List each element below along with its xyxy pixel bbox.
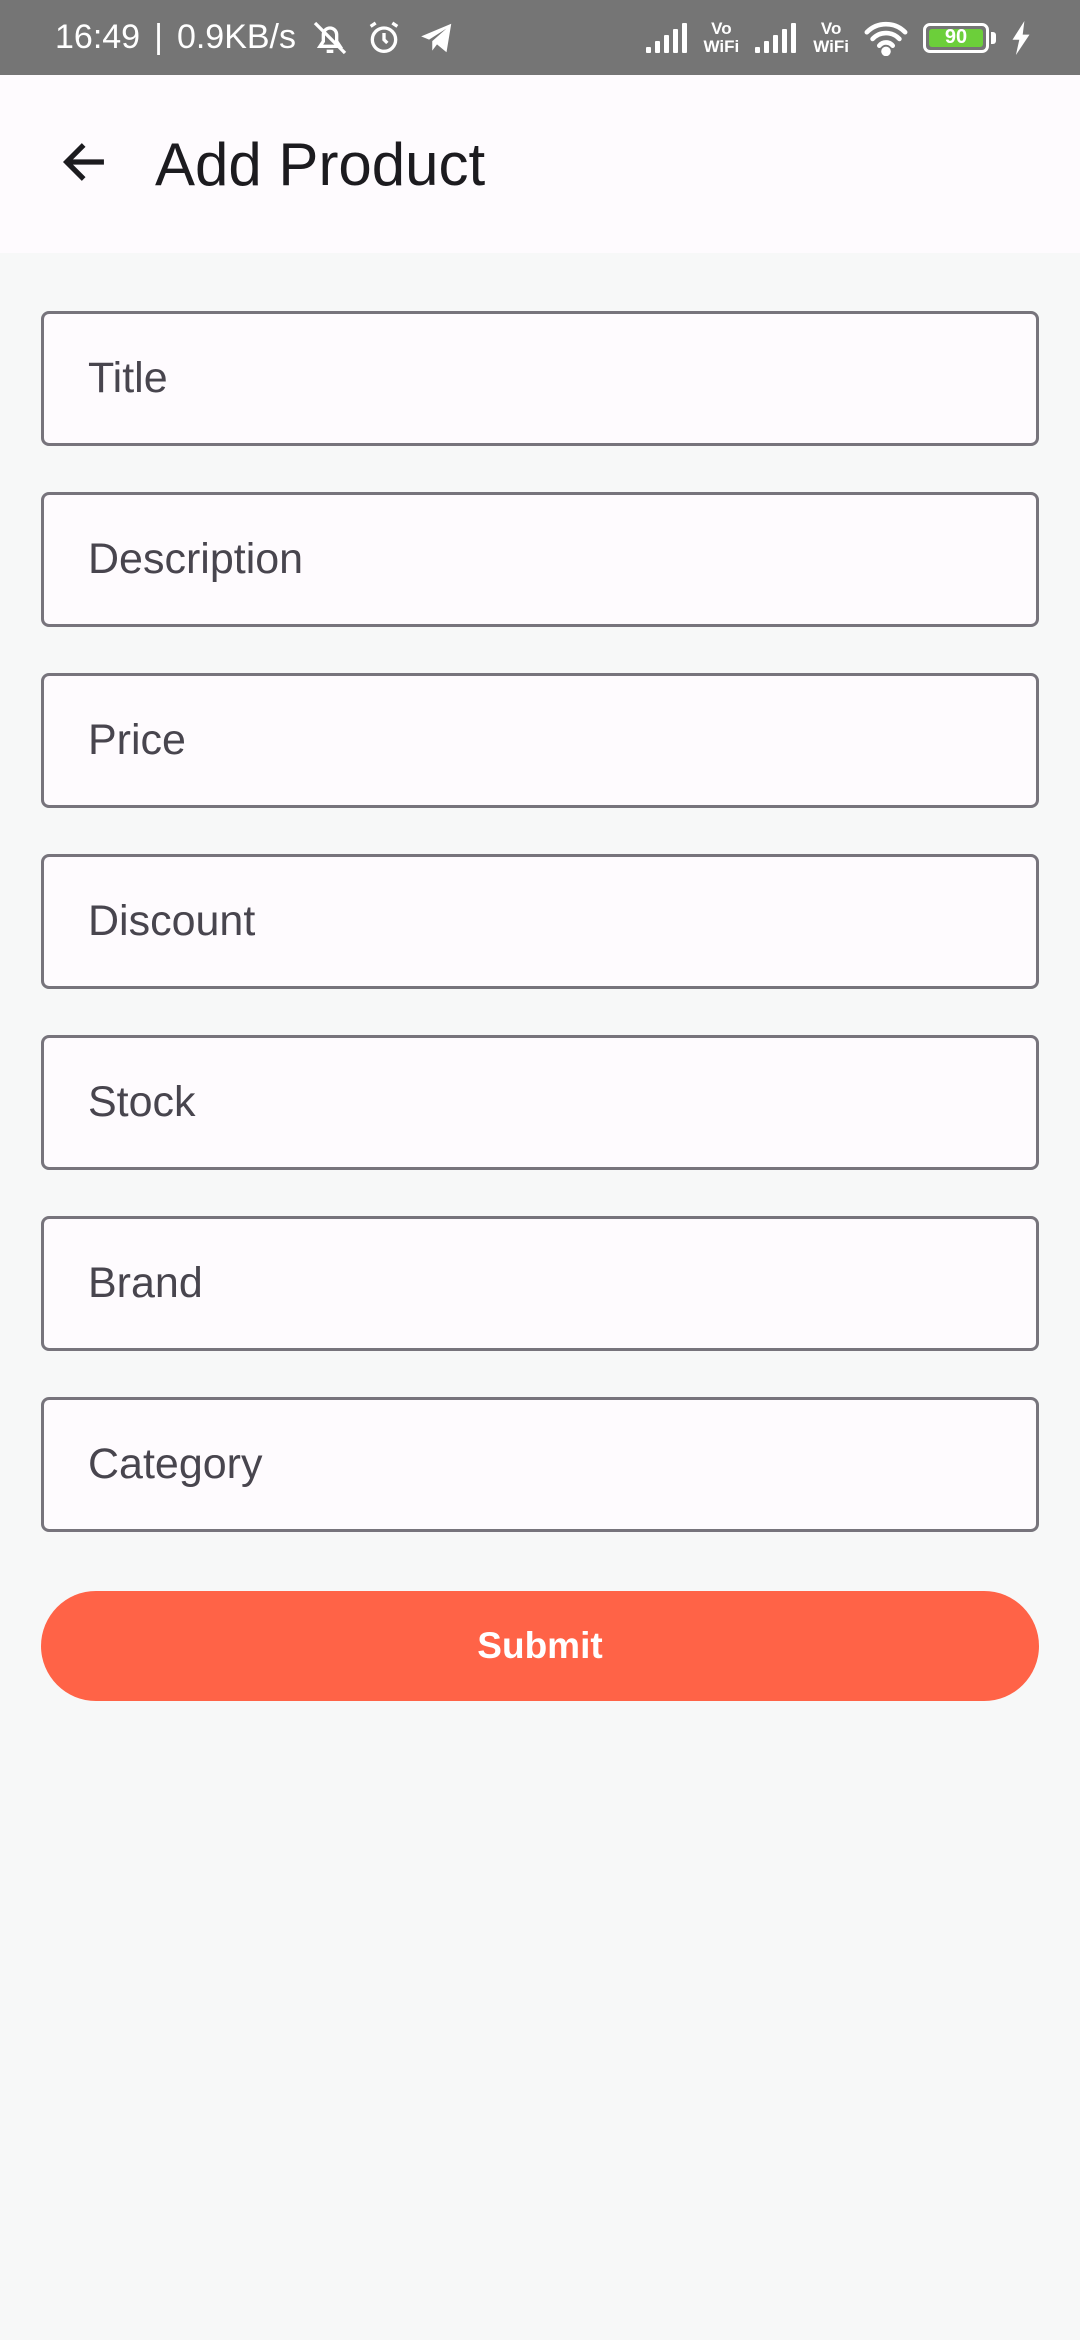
- discount-field[interactable]: [41, 854, 1039, 989]
- add-product-form: [41, 311, 1039, 1578]
- page-title: Add Product: [155, 130, 486, 198]
- arrow-back-icon: [58, 136, 110, 193]
- vowifi-indicator: Vo WiFi: [703, 18, 740, 56]
- status-right: Vo WiFi Vo WiFi 90: [644, 18, 1032, 56]
- mute-bell-icon: [310, 18, 350, 58]
- alarm-icon: [364, 18, 404, 58]
- battery-cap: [991, 31, 996, 44]
- wifi-icon: [863, 20, 909, 56]
- vowifi-top: Vo: [711, 18, 732, 38]
- status-separator: |: [154, 18, 163, 56]
- back-button[interactable]: [36, 116, 132, 212]
- price-field[interactable]: [41, 673, 1039, 808]
- submit-button[interactable]: Submit: [41, 1591, 1039, 1701]
- title-input[interactable]: [86, 353, 1036, 404]
- vowifi-bottom: WiFi: [813, 36, 849, 56]
- status-left: 16:49 | 0.9KB/s: [55, 18, 456, 58]
- vowifi-bottom: WiFi: [703, 36, 740, 56]
- status-time: 16:49: [55, 18, 141, 56]
- vowifi-top: Vo: [820, 18, 842, 38]
- battery-icon: 90: [923, 22, 989, 53]
- description-input[interactable]: [86, 534, 1036, 585]
- vowifi-indicator: Vo WiFi: [813, 18, 849, 56]
- brand-field[interactable]: [41, 1216, 1039, 1351]
- app-bar: Add Product: [0, 75, 1080, 253]
- signal-icon: [753, 21, 799, 55]
- discount-input[interactable]: [86, 896, 1036, 947]
- category-field[interactable]: [41, 1397, 1039, 1532]
- stock-input[interactable]: [86, 1077, 1036, 1128]
- charging-icon: [1010, 20, 1032, 55]
- stock-field[interactable]: [41, 1035, 1039, 1170]
- brand-input[interactable]: [86, 1258, 1036, 1309]
- telegram-icon: [418, 19, 456, 57]
- category-input[interactable]: [86, 1439, 1036, 1490]
- battery-level: 90: [944, 26, 968, 48]
- title-field[interactable]: [41, 311, 1039, 446]
- signal-icon: [644, 21, 690, 55]
- status-network-speed: 0.9KB/s: [176, 18, 297, 56]
- status-bar: 16:49 | 0.9KB/s Vo WiFi Vo WiFi 90: [0, 0, 1080, 75]
- price-input[interactable]: [86, 715, 1036, 766]
- description-field[interactable]: [41, 492, 1039, 627]
